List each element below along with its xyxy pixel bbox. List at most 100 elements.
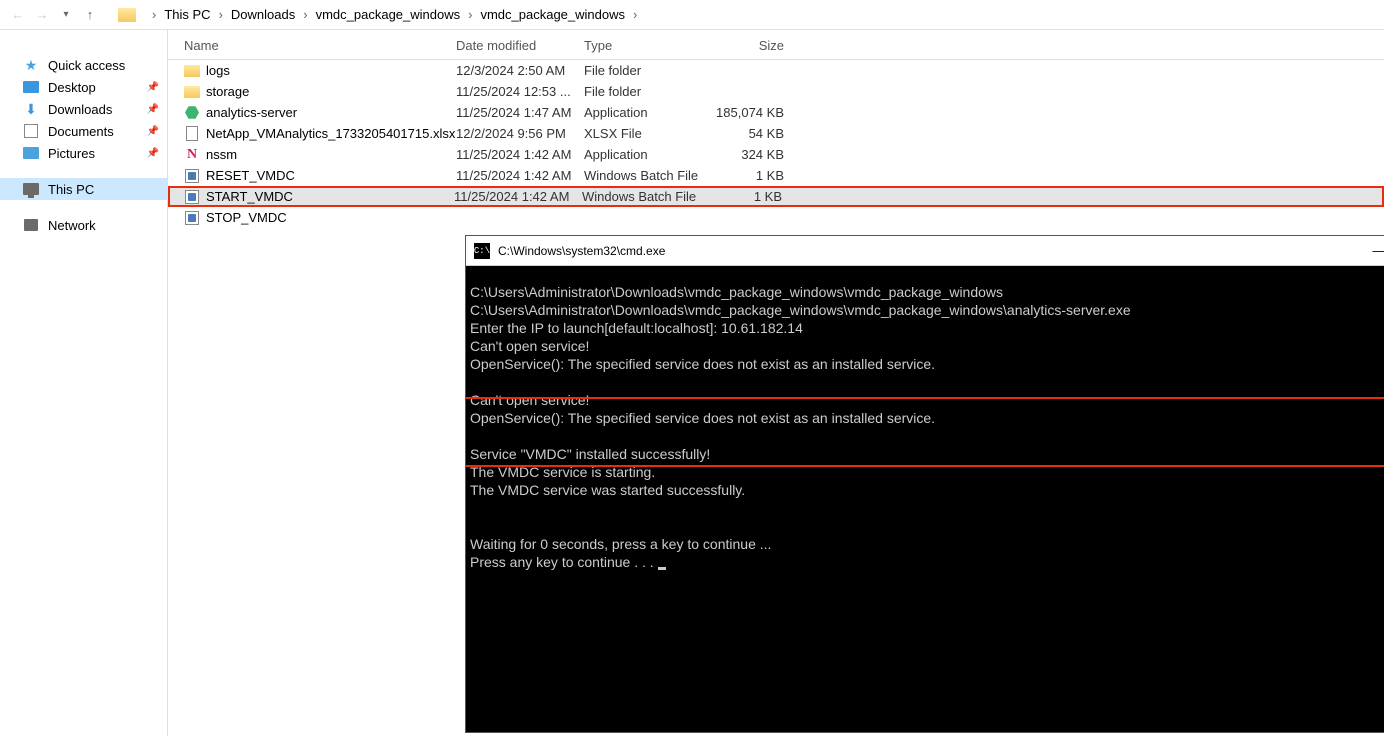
file-type-cell: File folder bbox=[584, 84, 708, 99]
cmd-titlebar[interactable]: C:\ C:\Windows\system32\cmd.exe — ☐ ✕ bbox=[466, 236, 1384, 266]
file-name: storage bbox=[206, 84, 249, 99]
desktop-icon bbox=[22, 79, 40, 95]
cmd-line: C:\Users\Administrator\Downloads\vmdc_pa… bbox=[470, 284, 1003, 300]
breadcrumb-item[interactable]: vmdc_package_windows bbox=[476, 5, 629, 24]
file-type-cell: Windows Batch File bbox=[584, 168, 708, 183]
batch-icon bbox=[184, 210, 200, 226]
file-name-cell: START_VMDC bbox=[184, 189, 454, 205]
breadcrumb-item[interactable]: vmdc_package_windows bbox=[312, 5, 465, 24]
file-size-cell: 324 KB bbox=[708, 147, 784, 162]
cmd-line: The VMDC service was started successfull… bbox=[470, 482, 745, 498]
cmd-line: C:\Users\Administrator\Downloads\vmdc_pa… bbox=[470, 302, 1131, 318]
cmd-line: OpenService(): The specified service doe… bbox=[470, 356, 935, 372]
file-row[interactable]: RESET_VMDC11/25/2024 1:42 AMWindows Batc… bbox=[168, 165, 1384, 186]
up-button[interactable]: ↑ bbox=[80, 5, 100, 25]
sidebar-item-this-pc[interactable]: This PC bbox=[0, 178, 167, 200]
chevron-right-icon[interactable]: › bbox=[303, 7, 307, 22]
file-name: logs bbox=[206, 63, 230, 78]
column-header-type[interactable]: Type bbox=[584, 38, 708, 53]
cmd-window: C:\ C:\Windows\system32\cmd.exe — ☐ ✕ C:… bbox=[465, 235, 1384, 733]
file-date-cell: 11/25/2024 1:42 AM bbox=[454, 189, 582, 204]
cmd-line: Can't open service! bbox=[470, 338, 589, 354]
sidebar-label: This PC bbox=[48, 182, 94, 197]
back-button[interactable]: ← bbox=[8, 5, 28, 25]
file-name: START_VMDC bbox=[206, 189, 293, 204]
breadcrumb-item[interactable]: This PC bbox=[160, 5, 214, 24]
file-name-cell: logs bbox=[184, 63, 456, 79]
cmd-line: Enter the IP to launch[default:localhost… bbox=[470, 320, 803, 336]
n-icon: N bbox=[184, 147, 200, 163]
file-row[interactable]: logs 12/3/2024 2:50 AMFile folder bbox=[168, 60, 1384, 81]
file-list-pane: Name Date modified Type Size ˆ logs 12/3/… bbox=[168, 30, 1384, 736]
sidebar-item-downloads[interactable]: ⬇ Downloads 📌 bbox=[0, 98, 167, 120]
documents-icon bbox=[22, 123, 40, 139]
chevron-right-icon[interactable]: › bbox=[468, 7, 472, 22]
pc-icon bbox=[22, 181, 40, 197]
cmd-line: Can't open service! bbox=[470, 392, 589, 408]
file-date-cell: 11/25/2024 1:47 AM bbox=[456, 105, 584, 120]
file-row[interactable]: NetApp_VMAnalytics_1733205401715.xlsx12/… bbox=[168, 123, 1384, 144]
folder-icon bbox=[118, 8, 136, 22]
cmd-line: Service "VMDC" installed successfully! bbox=[470, 446, 710, 462]
file-name-cell: NetApp_VMAnalytics_1733205401715.xlsx bbox=[184, 126, 456, 142]
chevron-right-icon[interactable]: › bbox=[152, 7, 156, 22]
cursor-icon bbox=[658, 567, 666, 570]
batch-icon bbox=[184, 189, 200, 205]
forward-button[interactable]: → bbox=[32, 5, 52, 25]
file-type-cell: Application bbox=[584, 147, 708, 162]
cmd-output[interactable]: C:\Users\Administrator\Downloads\vmdc_pa… bbox=[466, 266, 1384, 732]
file-size-cell: 1 KB bbox=[706, 189, 782, 204]
sidebar-label: Network bbox=[48, 218, 96, 233]
recent-dropdown[interactable]: ▾ bbox=[56, 5, 76, 25]
column-headers: Name Date modified Type Size bbox=[168, 30, 1384, 60]
sidebar-item-pictures[interactable]: Pictures 📌 bbox=[0, 142, 167, 164]
sidebar-item-desktop[interactable]: Desktop 📌 bbox=[0, 76, 167, 98]
file-size-cell: 1 KB bbox=[708, 168, 784, 183]
file-row[interactable]: STOP_VMDC bbox=[168, 207, 1384, 228]
breadcrumb-item[interactable]: Downloads bbox=[227, 5, 299, 24]
navigation-pane: ★ Quick access Desktop 📌 ⬇ Downloads 📌 D… bbox=[0, 30, 168, 736]
cmd-line: Waiting for 0 seconds, press a key to co… bbox=[470, 536, 771, 552]
file-date-cell: 12/3/2024 2:50 AM bbox=[456, 63, 584, 78]
sort-indicator-icon: ˆ bbox=[483, 66, 486, 77]
sidebar-item-documents[interactable]: Documents 📌 bbox=[0, 120, 167, 142]
sidebar-label: Downloads bbox=[48, 102, 112, 117]
sidebar-label: Quick access bbox=[48, 58, 125, 73]
pin-icon: 📌 bbox=[147, 148, 159, 159]
sidebar-item-quick-access[interactable]: ★ Quick access bbox=[0, 54, 167, 76]
file-row[interactable]: Nnssm11/25/2024 1:42 AMApplication324 KB bbox=[168, 144, 1384, 165]
network-icon bbox=[22, 217, 40, 233]
file-size-cell: 185,074 KB bbox=[708, 105, 784, 120]
pin-icon: 📌 bbox=[147, 104, 159, 115]
file-type-cell: File folder bbox=[584, 63, 708, 78]
file-date-cell: 11/25/2024 12:53 ... bbox=[456, 84, 584, 99]
pictures-icon bbox=[22, 145, 40, 161]
file-name: STOP_VMDC bbox=[206, 210, 287, 225]
chevron-right-icon[interactable]: › bbox=[219, 7, 223, 22]
file-date-cell: 12/2/2024 9:56 PM bbox=[456, 126, 584, 141]
pin-icon: 📌 bbox=[147, 82, 159, 93]
download-icon: ⬇ bbox=[22, 101, 40, 117]
file-name: NetApp_VMAnalytics_1733205401715.xlsx bbox=[206, 126, 455, 141]
file-row[interactable]: analytics-server11/25/2024 1:47 AMApplic… bbox=[168, 102, 1384, 123]
file-name-cell: analytics-server bbox=[184, 105, 456, 121]
address-bar: ← → ▾ ↑ › This PC › Downloads › vmdc_pac… bbox=[0, 0, 1384, 30]
minimize-button[interactable]: — bbox=[1356, 236, 1384, 266]
column-header-size[interactable]: Size bbox=[708, 38, 784, 53]
cmd-icon: C:\ bbox=[474, 243, 490, 259]
file-name: RESET_VMDC bbox=[206, 168, 295, 183]
file-row[interactable]: START_VMDC 11/25/2024 1:42 AMWindows Batc… bbox=[168, 186, 1384, 207]
cmd-line: The VMDC service is starting. bbox=[470, 464, 655, 480]
sidebar-item-network[interactable]: Network bbox=[0, 214, 167, 236]
file-row[interactable]: storage 11/25/2024 12:53 ...File folder bbox=[168, 81, 1384, 102]
column-header-name[interactable]: Name bbox=[184, 38, 456, 53]
doc-icon bbox=[184, 126, 200, 142]
cmd-title: C:\Windows\system32\cmd.exe bbox=[498, 244, 1356, 258]
file-type-cell: Windows Batch File bbox=[582, 189, 706, 204]
chevron-right-icon[interactable]: › bbox=[633, 7, 637, 22]
column-header-date[interactable]: Date modified bbox=[456, 38, 584, 53]
cmd-line: OpenService(): The specified service doe… bbox=[470, 410, 935, 426]
sidebar-label: Desktop bbox=[48, 80, 96, 95]
cmd-line: Press any key to continue . . . bbox=[470, 554, 658, 570]
pin-icon: 📌 bbox=[147, 126, 159, 137]
